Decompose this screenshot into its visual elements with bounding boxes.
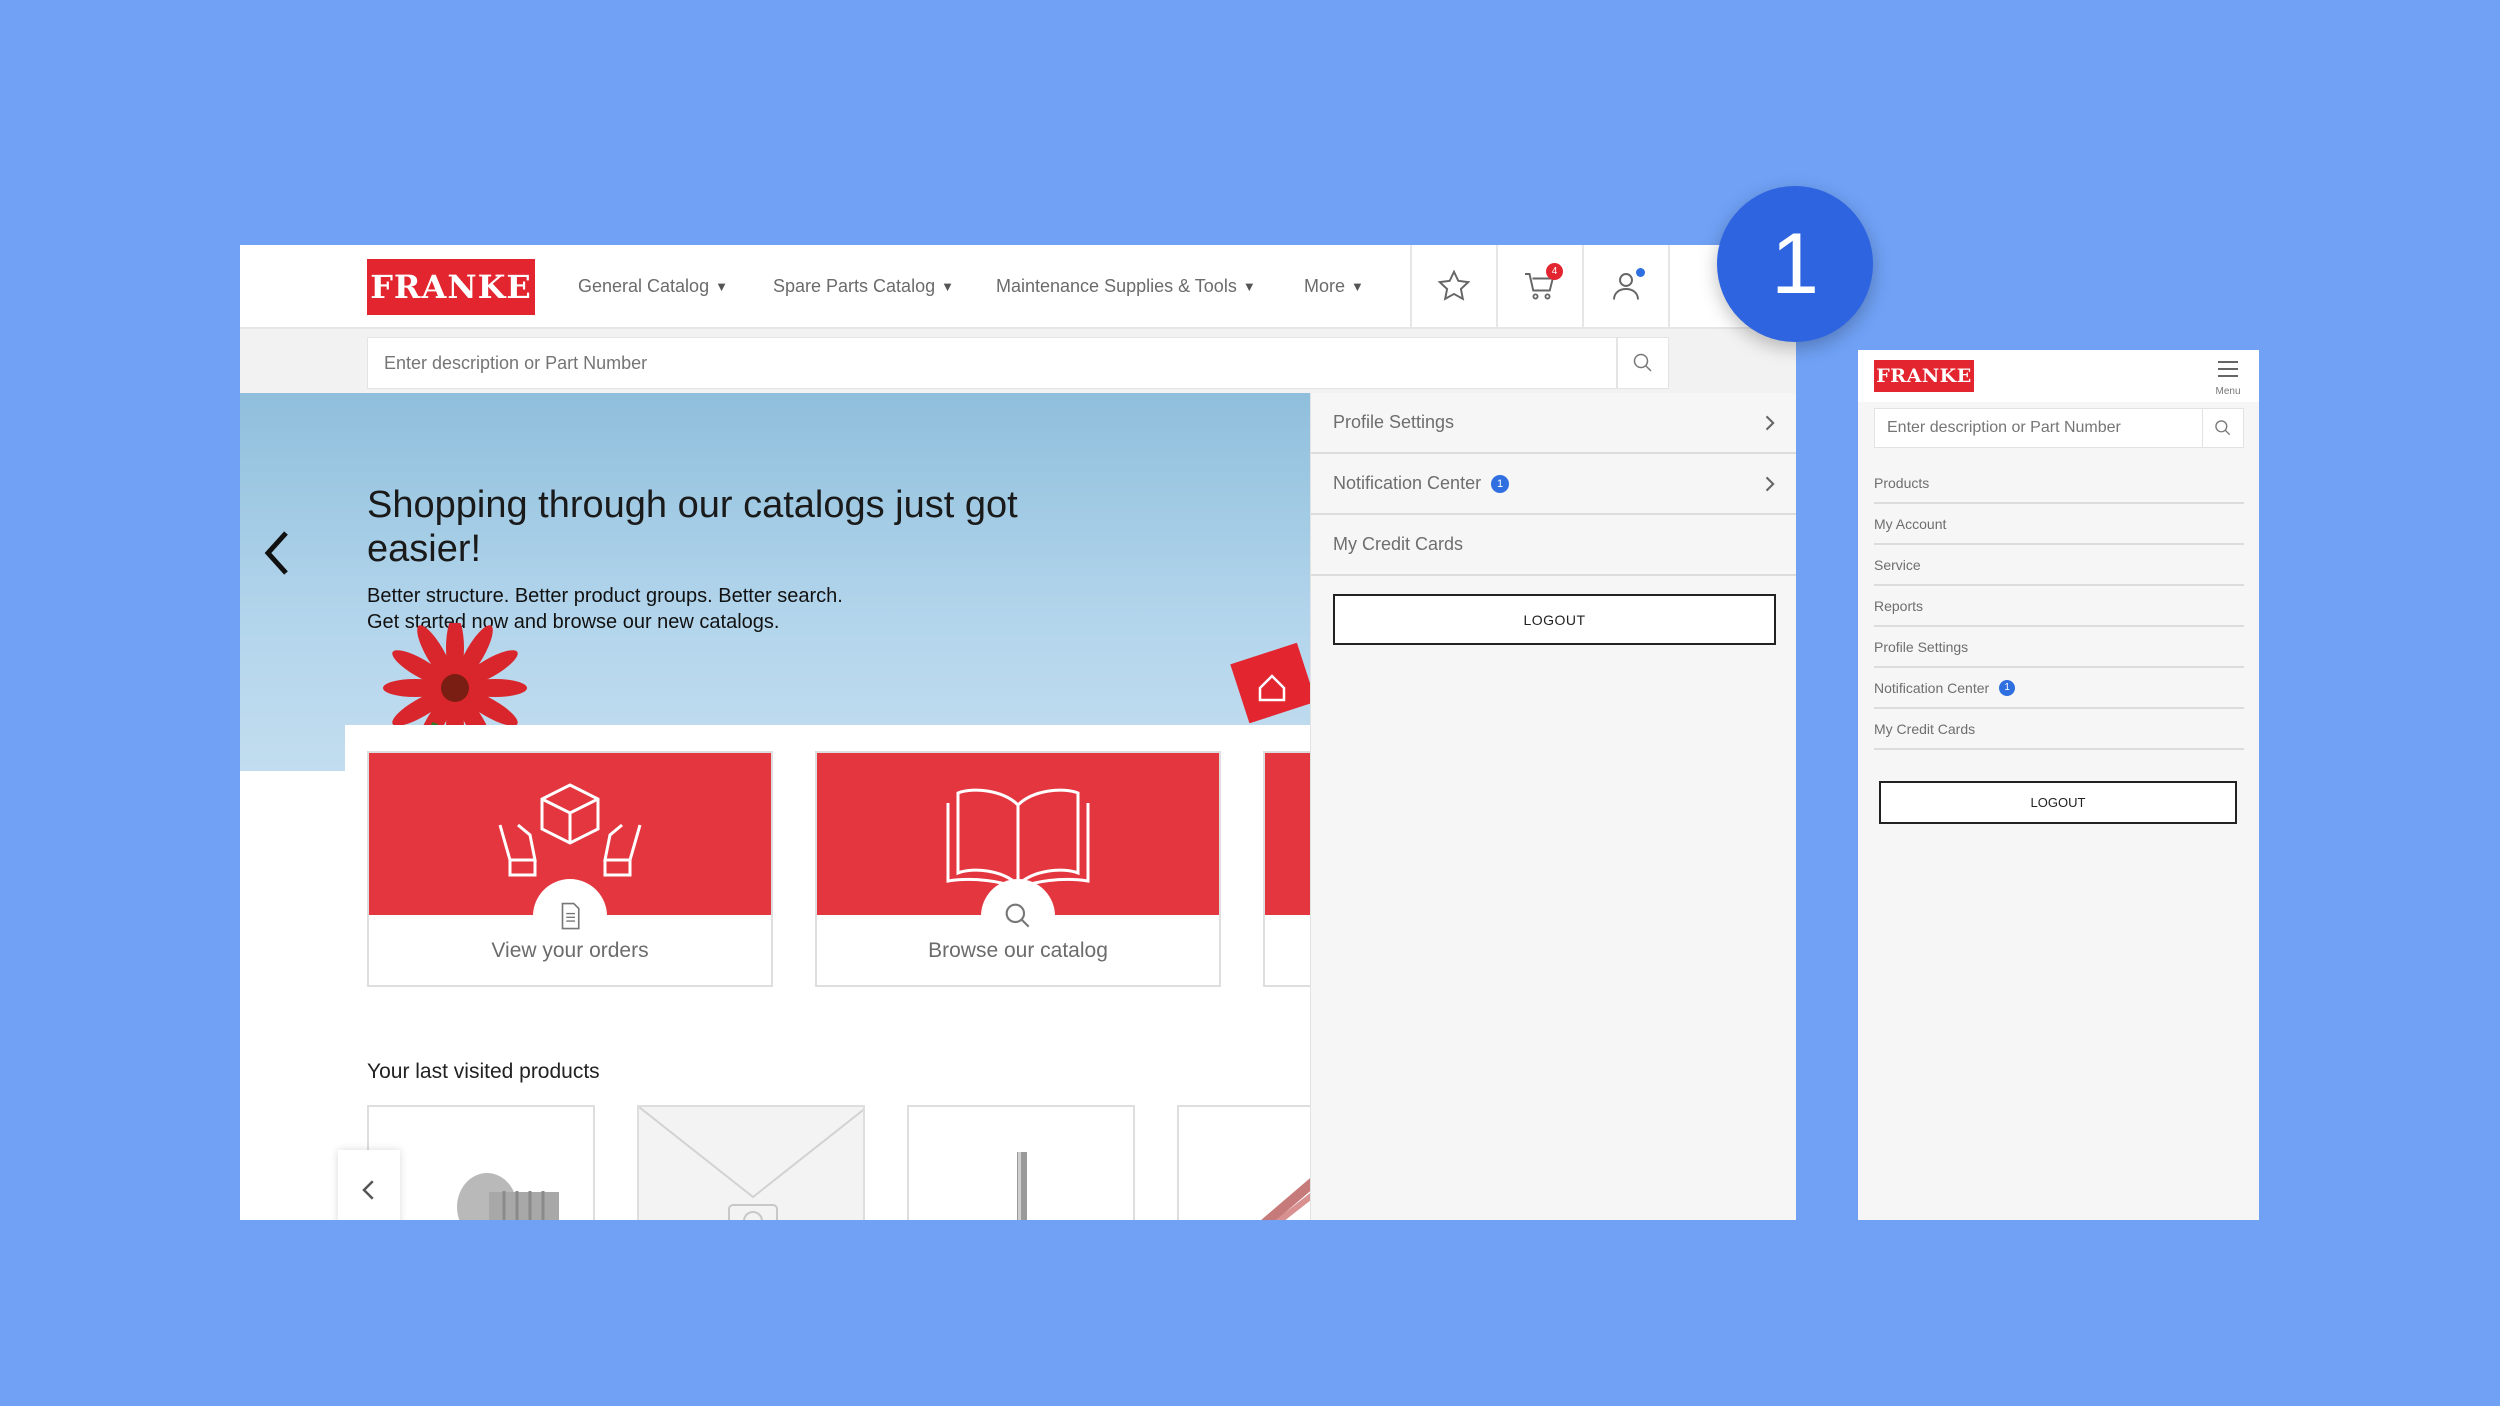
nav-more[interactable]: More ▼ bbox=[1304, 245, 1364, 327]
mobile-menu-item-notification-center[interactable]: Notification Center 1 bbox=[1874, 668, 2244, 709]
card-label: View your orders bbox=[491, 939, 649, 962]
logout-button[interactable]: LOGOUT bbox=[1333, 594, 1776, 645]
open-book-icon bbox=[946, 788, 1090, 885]
hero-subtitle-line: Better structure. Better product groups.… bbox=[367, 585, 843, 607]
card-label: Browse our catalog bbox=[928, 939, 1108, 962]
menu-item-label: Notification Center bbox=[1874, 679, 1990, 696]
menu-button[interactable]: Menu bbox=[2211, 356, 2245, 398]
document-icon bbox=[561, 902, 580, 930]
hero-banner: Shopping through our catalogs just got e… bbox=[240, 393, 1310, 771]
product-thumbnail[interactable] bbox=[637, 1105, 865, 1220]
menu-item-label: My Credit Cards bbox=[1874, 720, 1976, 737]
menu-item-label: Reports bbox=[1874, 597, 1924, 614]
desktop-screen: FRANKE General Catalog ▼ Spare Parts Cat… bbox=[240, 245, 1796, 1220]
view-orders-card[interactable]: View your orders bbox=[367, 751, 773, 987]
mobile-menu-item-credit-cards[interactable]: My Credit Cards bbox=[1874, 709, 2244, 750]
mobile-menu-item-products[interactable]: Products bbox=[1874, 463, 2244, 504]
account-dropdown-panel: Profile Settings Notification Center 1 M… bbox=[1310, 393, 1796, 1220]
cart-count-badge: 4 bbox=[1546, 263, 1563, 280]
search-button[interactable] bbox=[2202, 408, 2244, 448]
search-input[interactable] bbox=[367, 337, 1617, 389]
chevron-left-icon bbox=[362, 1180, 374, 1200]
screw-image bbox=[457, 1173, 559, 1220]
nav-label: General Catalog bbox=[578, 275, 710, 296]
logout-button[interactable]: LOGOUT bbox=[1879, 781, 2237, 824]
menu-item-credit-cards[interactable]: My Credit Cards bbox=[1311, 515, 1796, 576]
menu-item-label: Profile Settings bbox=[1333, 412, 1455, 432]
cart-button[interactable]: 4 bbox=[1496, 245, 1582, 327]
browse-catalog-card[interactable]: Browse our catalog bbox=[815, 751, 1221, 987]
menu-item-label: My Account bbox=[1874, 515, 1947, 532]
menu-item-notification-center[interactable]: Notification Center 1 bbox=[1311, 454, 1796, 515]
menu-item-label: Notification Center bbox=[1333, 473, 1482, 493]
products-prev-button[interactable] bbox=[338, 1150, 400, 1220]
nav-label: Spare Parts Catalog bbox=[773, 275, 936, 296]
search-icon bbox=[2215, 420, 2231, 436]
hamburger-icon bbox=[2218, 361, 2238, 377]
chevron-down-icon: ▼ bbox=[715, 278, 728, 294]
nav-label: More bbox=[1304, 275, 1346, 296]
chevron-down-icon: ▼ bbox=[941, 278, 954, 294]
top-navigation-bar: FRANKE General Catalog ▼ Spare Parts Cat… bbox=[240, 245, 1796, 329]
pin-image bbox=[1017, 1152, 1027, 1220]
mobile-header: FRANKE Menu bbox=[1858, 350, 2259, 402]
step-number-badge: 1 bbox=[1717, 186, 1873, 342]
nav-maintenance-supplies[interactable]: Maintenance Supplies & Tools ▼ bbox=[996, 245, 1256, 327]
mobile-menu-item-reports[interactable]: Reports bbox=[1874, 586, 2244, 627]
menu-item-label: Service bbox=[1874, 556, 1921, 573]
account-button[interactable] bbox=[1582, 245, 1668, 327]
search-icon bbox=[1633, 353, 1652, 372]
carousel-prev-icon[interactable] bbox=[258, 523, 298, 583]
star-icon bbox=[1437, 269, 1471, 301]
search-icon bbox=[1005, 903, 1030, 928]
product-thumbnail[interactable] bbox=[907, 1105, 1135, 1220]
franke-logo[interactable]: FRANKE bbox=[1874, 360, 1974, 392]
menu-item-label: My Credit Cards bbox=[1333, 534, 1464, 554]
chevron-down-icon: ▼ bbox=[1351, 278, 1364, 294]
mobile-menu-item-profile-settings[interactable]: Profile Settings bbox=[1874, 627, 2244, 668]
notification-count-badge: 1 bbox=[1999, 679, 2016, 696]
search-button[interactable] bbox=[1617, 337, 1669, 389]
search-input[interactable] bbox=[1874, 408, 2204, 448]
mobile-menu-item-my-account[interactable]: My Account bbox=[1874, 504, 2244, 545]
menu-item-label: Products bbox=[1874, 474, 1930, 491]
mobile-menu-item-service[interactable]: Service bbox=[1874, 545, 2244, 586]
chevron-right-icon bbox=[1765, 415, 1775, 431]
menu-label: Menu bbox=[2215, 386, 2241, 397]
franke-logo[interactable]: FRANKE bbox=[367, 259, 535, 315]
notification-dot bbox=[1636, 268, 1645, 277]
nav-label: Maintenance Supplies & Tools bbox=[996, 275, 1237, 296]
mobile-screen: FRANKE Menu Products My Account Service … bbox=[1858, 350, 2259, 1220]
notification-count-badge: 1 bbox=[1491, 474, 1510, 493]
favorites-button[interactable] bbox=[1410, 245, 1496, 327]
search-row bbox=[240, 329, 1796, 393]
nav-general-catalog[interactable]: General Catalog ▼ bbox=[578, 245, 728, 327]
chevron-right-icon bbox=[1765, 476, 1775, 492]
menu-item-profile-settings[interactable]: Profile Settings bbox=[1311, 393, 1796, 454]
house-card-image bbox=[1230, 643, 1310, 723]
nav-spare-parts-catalog[interactable]: Spare Parts Catalog ▼ bbox=[773, 245, 954, 327]
hands-box-icon bbox=[498, 783, 642, 877]
recent-products-title: Your last visited products bbox=[367, 1060, 600, 1083]
hero-title: Shopping through our catalogs just got e… bbox=[367, 484, 1018, 570]
placeholder-image bbox=[639, 1107, 863, 1220]
chevron-down-icon: ▼ bbox=[1242, 278, 1256, 294]
product-thumbnail[interactable] bbox=[367, 1105, 595, 1220]
menu-item-label: Profile Settings bbox=[1874, 638, 1969, 655]
